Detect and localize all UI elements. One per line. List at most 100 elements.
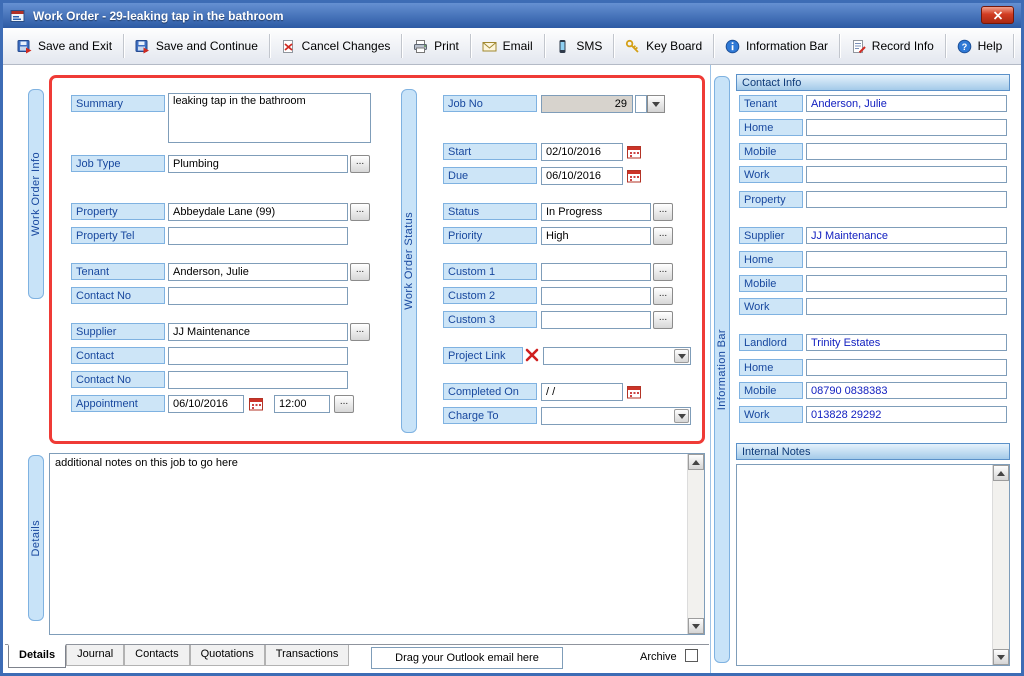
arrow-down-icon: [692, 623, 700, 629]
appointment-calendar-icon[interactable]: [249, 396, 265, 412]
due-calendar-icon[interactable]: [627, 168, 643, 184]
completed-on-input[interactable]: / /: [541, 383, 623, 401]
scroll-down-button[interactable]: [993, 649, 1009, 665]
work-order-status-side-tab: Work Order Status: [401, 89, 417, 433]
supplier-contact-no-label: Contact No: [71, 371, 165, 388]
internal-notes-scrollbar[interactable]: [992, 465, 1009, 665]
supplier-contact-input[interactable]: [168, 347, 348, 365]
custom1-input[interactable]: [541, 263, 651, 281]
supplier-input[interactable]: JJ Maintenance: [168, 323, 348, 341]
contact-row-value[interactable]: JJ Maintenance: [806, 227, 1007, 244]
completed-on-calendar-icon[interactable]: [627, 384, 643, 400]
contact-row-label: Work: [739, 166, 803, 183]
status-input[interactable]: In Progress: [541, 203, 651, 221]
toolbar-separator: [613, 34, 615, 58]
job-no-dropdown-button[interactable]: [647, 95, 665, 113]
contact-row-label: Work: [739, 406, 803, 423]
supplier-contact-label: Contact: [71, 347, 165, 364]
completed-on-label: Completed On: [443, 383, 537, 400]
job-type-browse-button[interactable]: ...: [350, 155, 370, 173]
close-icon: [993, 10, 1003, 20]
summary-input[interactable]: leaking tap in the bathroom: [168, 93, 371, 143]
scroll-up-button[interactable]: [688, 454, 704, 470]
tab-contacts[interactable]: Contacts: [124, 645, 190, 666]
custom3-input[interactable]: [541, 311, 651, 329]
job-no-spinner[interactable]: [635, 95, 647, 113]
property-input[interactable]: Abbeydale Lane (99): [168, 203, 348, 221]
save-and-continue-button[interactable]: Save and Continue: [126, 32, 267, 60]
job-no-value: 29: [541, 95, 633, 113]
property-tel-input[interactable]: [168, 227, 348, 245]
project-link-label: Project Link: [443, 347, 523, 364]
information-bar-button[interactable]: Information Bar: [716, 32, 837, 60]
record-info-button[interactable]: Record Info: [842, 32, 943, 60]
contact-row-value[interactable]: [806, 359, 1007, 376]
record-info-icon: [851, 39, 866, 54]
priority-input[interactable]: High: [541, 227, 651, 245]
svg-text:?: ?: [961, 42, 967, 52]
contact-row-value[interactable]: [806, 119, 1007, 136]
appointment-browse-button[interactable]: ...: [334, 395, 354, 413]
charge-to-combo[interactable]: [541, 407, 691, 425]
property-browse-button[interactable]: ...: [350, 203, 370, 221]
contact-row-value[interactable]: [806, 298, 1007, 315]
outlook-drop-zone[interactable]: Drag your Outlook email here: [371, 647, 563, 669]
supplier-browse-button[interactable]: ...: [350, 323, 370, 341]
tenant-label: Tenant: [71, 263, 165, 280]
contact-row-value[interactable]: 08790 0838383: [806, 382, 1007, 399]
start-calendar-icon[interactable]: [627, 144, 643, 160]
contact-row-value[interactable]: [806, 251, 1007, 268]
tab-details[interactable]: Details: [8, 644, 67, 668]
tab-transactions[interactable]: Transactions: [264, 645, 350, 666]
scroll-down-button[interactable]: [688, 618, 704, 634]
custom1-browse-button[interactable]: ...: [653, 263, 673, 281]
tab-journal[interactable]: Journal: [66, 645, 125, 666]
scroll-up-button[interactable]: [993, 465, 1009, 481]
contact-row-value[interactable]: [806, 166, 1007, 183]
details-notes-scrollbar[interactable]: [687, 454, 704, 634]
appointment-date-input[interactable]: 06/10/2016: [168, 395, 244, 413]
appointment-time-input[interactable]: 12:00: [274, 395, 330, 413]
archive-checkbox[interactable]: [685, 649, 698, 662]
due-label: Due: [443, 167, 537, 184]
help-button[interactable]: ? Help: [948, 32, 1012, 60]
cancel-changes-button[interactable]: Cancel Changes: [272, 32, 400, 60]
custom2-browse-button[interactable]: ...: [653, 287, 673, 305]
tenant-input[interactable]: Anderson, Julie: [168, 263, 348, 281]
project-link-clear-icon[interactable]: [524, 347, 540, 363]
charge-to-dropdown-button[interactable]: [674, 409, 689, 423]
details-notes-area[interactable]: additional notes on this job to go here: [49, 453, 705, 635]
status-browse-button[interactable]: ...: [653, 203, 673, 221]
contact-row-value[interactable]: Anderson, Julie: [806, 95, 1007, 112]
keyboard-button[interactable]: Key Board: [616, 32, 711, 60]
print-button[interactable]: Print: [404, 32, 468, 60]
contact-row-value[interactable]: [806, 143, 1007, 160]
save-and-exit-button[interactable]: Save and Exit: [8, 32, 121, 60]
sms-button[interactable]: SMS: [546, 32, 611, 60]
email-icon: [482, 39, 497, 54]
contact-row-value[interactable]: [806, 191, 1007, 208]
chevron-down-icon: [652, 101, 660, 107]
internal-notes-header: Internal Notes: [736, 443, 1010, 460]
tenant-contact-no-input[interactable]: [168, 287, 348, 305]
custom3-browse-button[interactable]: ...: [653, 311, 673, 329]
contact-row-value[interactable]: 013828 29292: [806, 406, 1007, 423]
priority-browse-button[interactable]: ...: [653, 227, 673, 245]
job-type-input[interactable]: Plumbing: [168, 155, 348, 173]
internal-notes-area[interactable]: [736, 464, 1010, 666]
button-label: Key Board: [646, 39, 703, 53]
email-button[interactable]: Email: [473, 32, 542, 60]
contact-row-value[interactable]: Trinity Estates: [806, 334, 1007, 351]
custom2-input[interactable]: [541, 287, 651, 305]
toolbar-separator: [469, 34, 471, 58]
close-button[interactable]: [981, 6, 1014, 24]
contact-row-value[interactable]: [806, 275, 1007, 292]
tenant-browse-button[interactable]: ...: [350, 263, 370, 281]
project-link-dropdown-button[interactable]: [674, 349, 689, 363]
project-link-combo[interactable]: [543, 347, 691, 365]
due-date-input[interactable]: 06/10/2016: [541, 167, 623, 185]
supplier-contact-no-input[interactable]: [168, 371, 348, 389]
start-date-input[interactable]: 02/10/2016: [541, 143, 623, 161]
property-tel-label: Property Tel: [71, 227, 165, 244]
tab-quotations[interactable]: Quotations: [189, 645, 265, 666]
